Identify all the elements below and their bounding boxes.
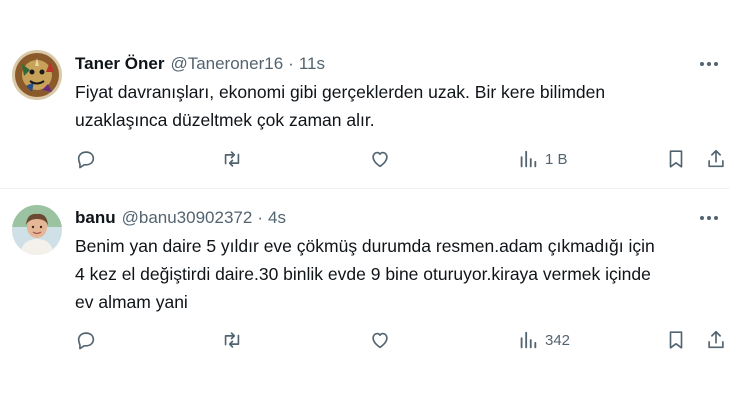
- like-button[interactable]: [369, 327, 391, 353]
- author-name[interactable]: Taner Öner: [75, 54, 164, 74]
- author-handle[interactable]: @Taneroner16: [170, 54, 283, 74]
- bookmark-icon: [669, 331, 683, 349]
- reply-button[interactable]: [75, 146, 97, 172]
- tweet[interactable]: banu @banu30902372 · 4s Benim yan daire …: [0, 189, 730, 420]
- more-icon[interactable]: [696, 54, 722, 74]
- avatar[interactable]: [12, 205, 62, 255]
- heart-icon: [372, 151, 388, 168]
- bookmark-button[interactable]: [665, 327, 687, 353]
- views-count: 1 B: [545, 150, 568, 168]
- reply-icon: [77, 151, 95, 169]
- tweet-text-line: Benim yan daire 5 yıldır eve çökmüş duru…: [75, 236, 655, 256]
- avatar[interactable]: [12, 50, 62, 100]
- retweet-button[interactable]: [221, 327, 243, 353]
- share-button[interactable]: [705, 327, 727, 353]
- like-button[interactable]: [369, 146, 391, 172]
- author-name[interactable]: banu: [75, 208, 116, 228]
- heart-icon: [372, 332, 388, 349]
- bookmark-button[interactable]: [665, 146, 687, 172]
- share-button[interactable]: [705, 146, 727, 172]
- tweet-text: Benim yan daire 5 yıldır eve çökmüş duru…: [75, 232, 715, 316]
- tweet-text-line: uzaklaşınca düzeltmek çok zaman alır.: [75, 110, 375, 130]
- views-button[interactable]: 342: [517, 327, 570, 353]
- more-icon[interactable]: [696, 208, 722, 228]
- views-button[interactable]: 1 B: [517, 146, 568, 172]
- views-icon: [520, 331, 537, 349]
- tweet-text-line: ev almam yani: [75, 292, 188, 312]
- share-icon: [708, 149, 724, 168]
- views-icon: [520, 150, 537, 168]
- retweet-icon: [224, 332, 240, 348]
- reply-icon: [77, 332, 95, 350]
- timestamp[interactable]: 11s: [299, 54, 325, 74]
- tweet[interactable]: Taner Öner @Taneroner16 · 11s Fiyat davr…: [0, 0, 730, 189]
- tweet-header: Taner Öner @Taneroner16 · 11s: [75, 52, 325, 76]
- tweet-text-line: Fiyat davranışları, ekonomi gibi gerçekl…: [75, 82, 606, 102]
- tweet-header: banu @banu30902372 · 4s: [75, 206, 286, 230]
- tweet-actions: 1 B: [0, 146, 730, 172]
- separator-dot: ·: [257, 208, 263, 227]
- separator-dot: ·: [288, 54, 294, 73]
- retweet-icon: [224, 151, 240, 167]
- bookmark-icon: [669, 150, 683, 168]
- tweet-text-line: 4 kez el değiştirdi daire.30 binlik evde…: [75, 264, 651, 284]
- timestamp[interactable]: 4s: [268, 208, 286, 228]
- share-icon: [708, 330, 724, 349]
- reply-button[interactable]: [75, 327, 97, 353]
- author-handle[interactable]: @banu30902372: [122, 208, 253, 228]
- tweet-text: Fiyat davranışları, ekonomi gibi gerçekl…: [75, 78, 715, 134]
- retweet-button[interactable]: [221, 146, 243, 172]
- tweet-feed: Taner Öner @Taneroner16 · 11s Fiyat davr…: [0, 0, 730, 420]
- tweet-actions: 342: [0, 327, 730, 353]
- views-count: 342: [545, 331, 571, 349]
